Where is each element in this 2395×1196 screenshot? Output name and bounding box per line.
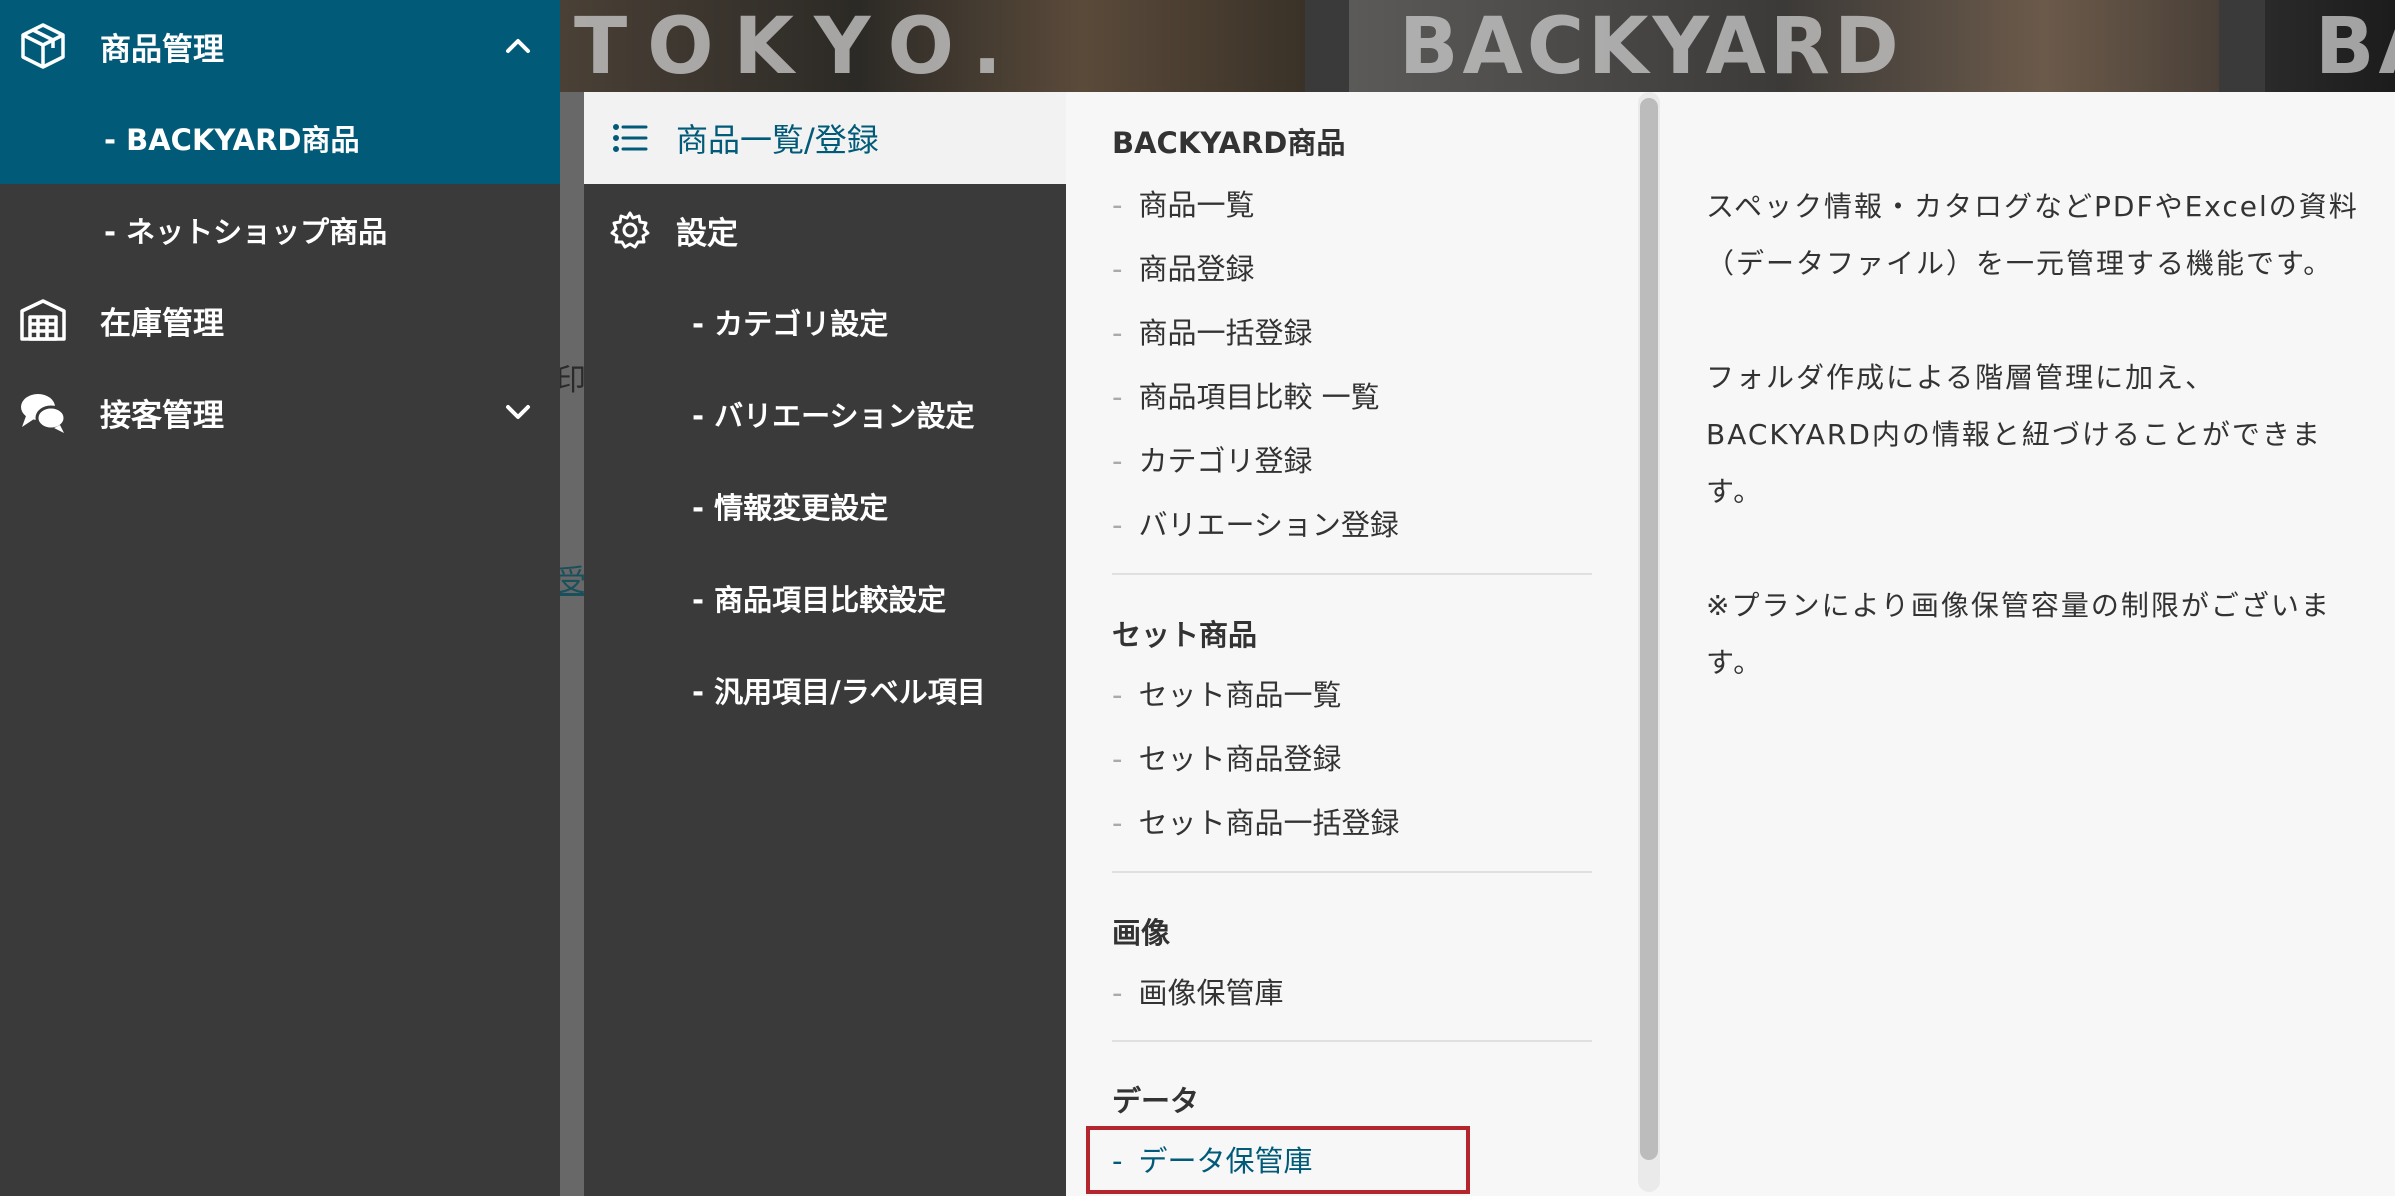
sidebar: 商品管理 - BACKYARD商品 - ネットショップ商品 在庫管理 接客管理	[0, 0, 560, 1196]
divider	[1112, 871, 1592, 873]
link-set-product-bulk-register[interactable]: - セット商品一括登録	[1112, 800, 1399, 842]
divider	[1112, 573, 1592, 575]
description-paragraph: フォルダ作成による階層管理に加え、BACKYARD内の情報と紐づけることができま…	[1706, 361, 2322, 508]
sidebar-subitem-label: - ネットショップ商品	[104, 215, 388, 249]
gear-icon	[610, 211, 650, 249]
link-set-product-list[interactable]: - セット商品一覧	[1112, 672, 1341, 714]
sidebar-item-inventory-management[interactable]: 在庫管理	[0, 274, 560, 366]
chat-bubbles-icon	[16, 385, 70, 439]
description-paragraph: スペック情報・カタログなどPDFやExcelの資料（データファイル）を一元管理す…	[1706, 190, 2359, 280]
group-title-set-products: セット商品	[1112, 618, 1258, 652]
sidebar-subitem-label: - BACKYARD商品	[104, 123, 360, 157]
link-product-list[interactable]: - 商品一覧	[1112, 182, 1254, 224]
sidebar-subitem-backyard-products[interactable]: - BACKYARD商品	[0, 92, 560, 184]
link-product-comparison-list[interactable]: - 商品項目比較 一覧	[1112, 374, 1380, 416]
sidebar-item-label: 商品管理	[100, 31, 224, 68]
group-title-data: データ	[1112, 1084, 1200, 1118]
chevron-down-icon[interactable]	[500, 394, 536, 430]
product-submenu: 商品一覧/登録 設定 - カテゴリ設定 - バリエーション設定 - 情報変更設定…	[584, 92, 1066, 1196]
submenu-item-comparison-settings[interactable]: - 商品項目比較設定	[584, 552, 1066, 644]
submenu-item-variation-settings[interactable]: - バリエーション設定	[584, 368, 1066, 460]
package-icon	[16, 19, 70, 73]
data-storage-description: スペック情報・カタログなどPDFやExcelの資料（データファイル）を一元管理す…	[1706, 178, 2366, 748]
link-product-bulk-register[interactable]: - 商品一括登録	[1112, 310, 1312, 352]
sidebar-item-label: 接客管理	[100, 397, 224, 434]
banner-tokyo: TOKYO.	[560, 0, 1305, 92]
link-variation-register[interactable]: - バリエーション登録	[1112, 502, 1399, 544]
list-icon	[613, 124, 648, 152]
description-note: ※プランにより画像保管容量の制限がございます。	[1706, 589, 2331, 679]
scrollbar-thumb[interactable]	[1640, 98, 1658, 1160]
submenu-item-settings[interactable]: 設定	[584, 184, 1066, 276]
background-link-fragment[interactable]: 受	[556, 556, 586, 600]
product-menu-panel: BACKYARD商品 - 商品一覧 - 商品登録 - 商品一括登録 - 商品項目比較 一…	[1066, 92, 2395, 1196]
sidebar-item-customer-service[interactable]: 接客管理	[0, 366, 560, 458]
link-set-product-register[interactable]: - セット商品登録	[1112, 736, 1341, 778]
link-image-storage[interactable]: - 画像保管庫	[1112, 970, 1283, 1012]
group-title-backyard-products: BACKYARD商品	[1112, 126, 1346, 160]
submenu-item-product-list-register[interactable]: 商品一覧/登録	[584, 92, 1066, 184]
link-product-register[interactable]: - 商品登録	[1112, 246, 1254, 288]
background-text-fragment: 印	[556, 363, 586, 398]
sidebar-item-product-management[interactable]: 商品管理	[0, 0, 560, 92]
submenu-item-label: 設定	[676, 215, 738, 252]
submenu-item-info-change-settings[interactable]: - 情報変更設定	[584, 460, 1066, 552]
submenu-item-label: 商品一覧/登録	[676, 121, 879, 159]
sidebar-item-label: 在庫管理	[100, 305, 224, 342]
submenu-item-category-settings[interactable]: - カテゴリ設定	[584, 276, 1066, 368]
warehouse-icon	[16, 293, 70, 347]
banner-backyard: BACKYARD	[1349, 0, 2219, 92]
divider	[1112, 1040, 1592, 1042]
group-title-images: 画像	[1112, 916, 1171, 950]
submenu-item-generic-label-items[interactable]: - 汎用項目/ラベル項目	[584, 644, 1066, 736]
banner-partial: BA	[2265, 0, 2395, 92]
sidebar-subitem-netshop-products[interactable]: - ネットショップ商品	[0, 184, 560, 276]
chevron-up-icon[interactable]	[500, 28, 536, 64]
link-data-storage[interactable]: - データ保管庫	[1112, 1138, 1312, 1180]
link-category-register[interactable]: - カテゴリ登録	[1112, 438, 1312, 480]
